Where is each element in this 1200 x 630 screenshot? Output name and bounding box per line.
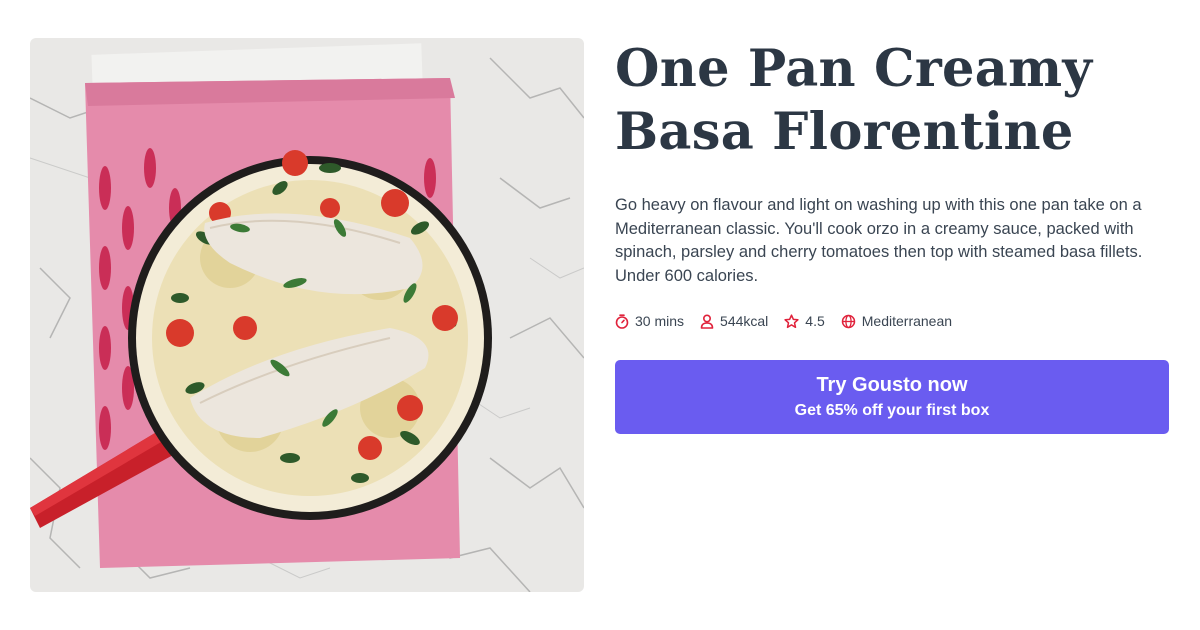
recipe-title: One Pan Creamy Basa Florentine <box>615 39 1093 162</box>
cta-sublabel: Get 65% off your first box <box>794 402 990 419</box>
rating-value: 4.5 <box>805 313 825 329</box>
cuisine: Mediterranean <box>841 313 952 329</box>
cuisine-value: Mediterranean <box>861 313 953 329</box>
recipe-details: One Pan Creamy Basa Florentine Go heavy … <box>615 38 1170 434</box>
cook-time-value: 30 mins <box>635 313 685 329</box>
timer-icon <box>615 313 629 329</box>
globe-icon <box>841 314 856 328</box>
rating: 4.5 <box>784 313 825 329</box>
person-icon <box>700 313 714 329</box>
calories: 544kcal <box>700 313 768 329</box>
cook-time: 30 mins <box>615 313 684 329</box>
recipe-photo <box>30 38 584 592</box>
try-gousto-button[interactable]: Try Gousto now Get 65% off your first bo… <box>615 360 1169 434</box>
star-icon <box>784 313 799 328</box>
recipe-description: Go heavy on flavour and light on washing… <box>615 196 1143 285</box>
recipe-meta: 30 mins 544kcal 4.5 Mediterranean <box>615 313 1170 329</box>
cta-label: Try Gousto now <box>816 374 968 396</box>
calories-value: 544kcal <box>720 313 769 329</box>
